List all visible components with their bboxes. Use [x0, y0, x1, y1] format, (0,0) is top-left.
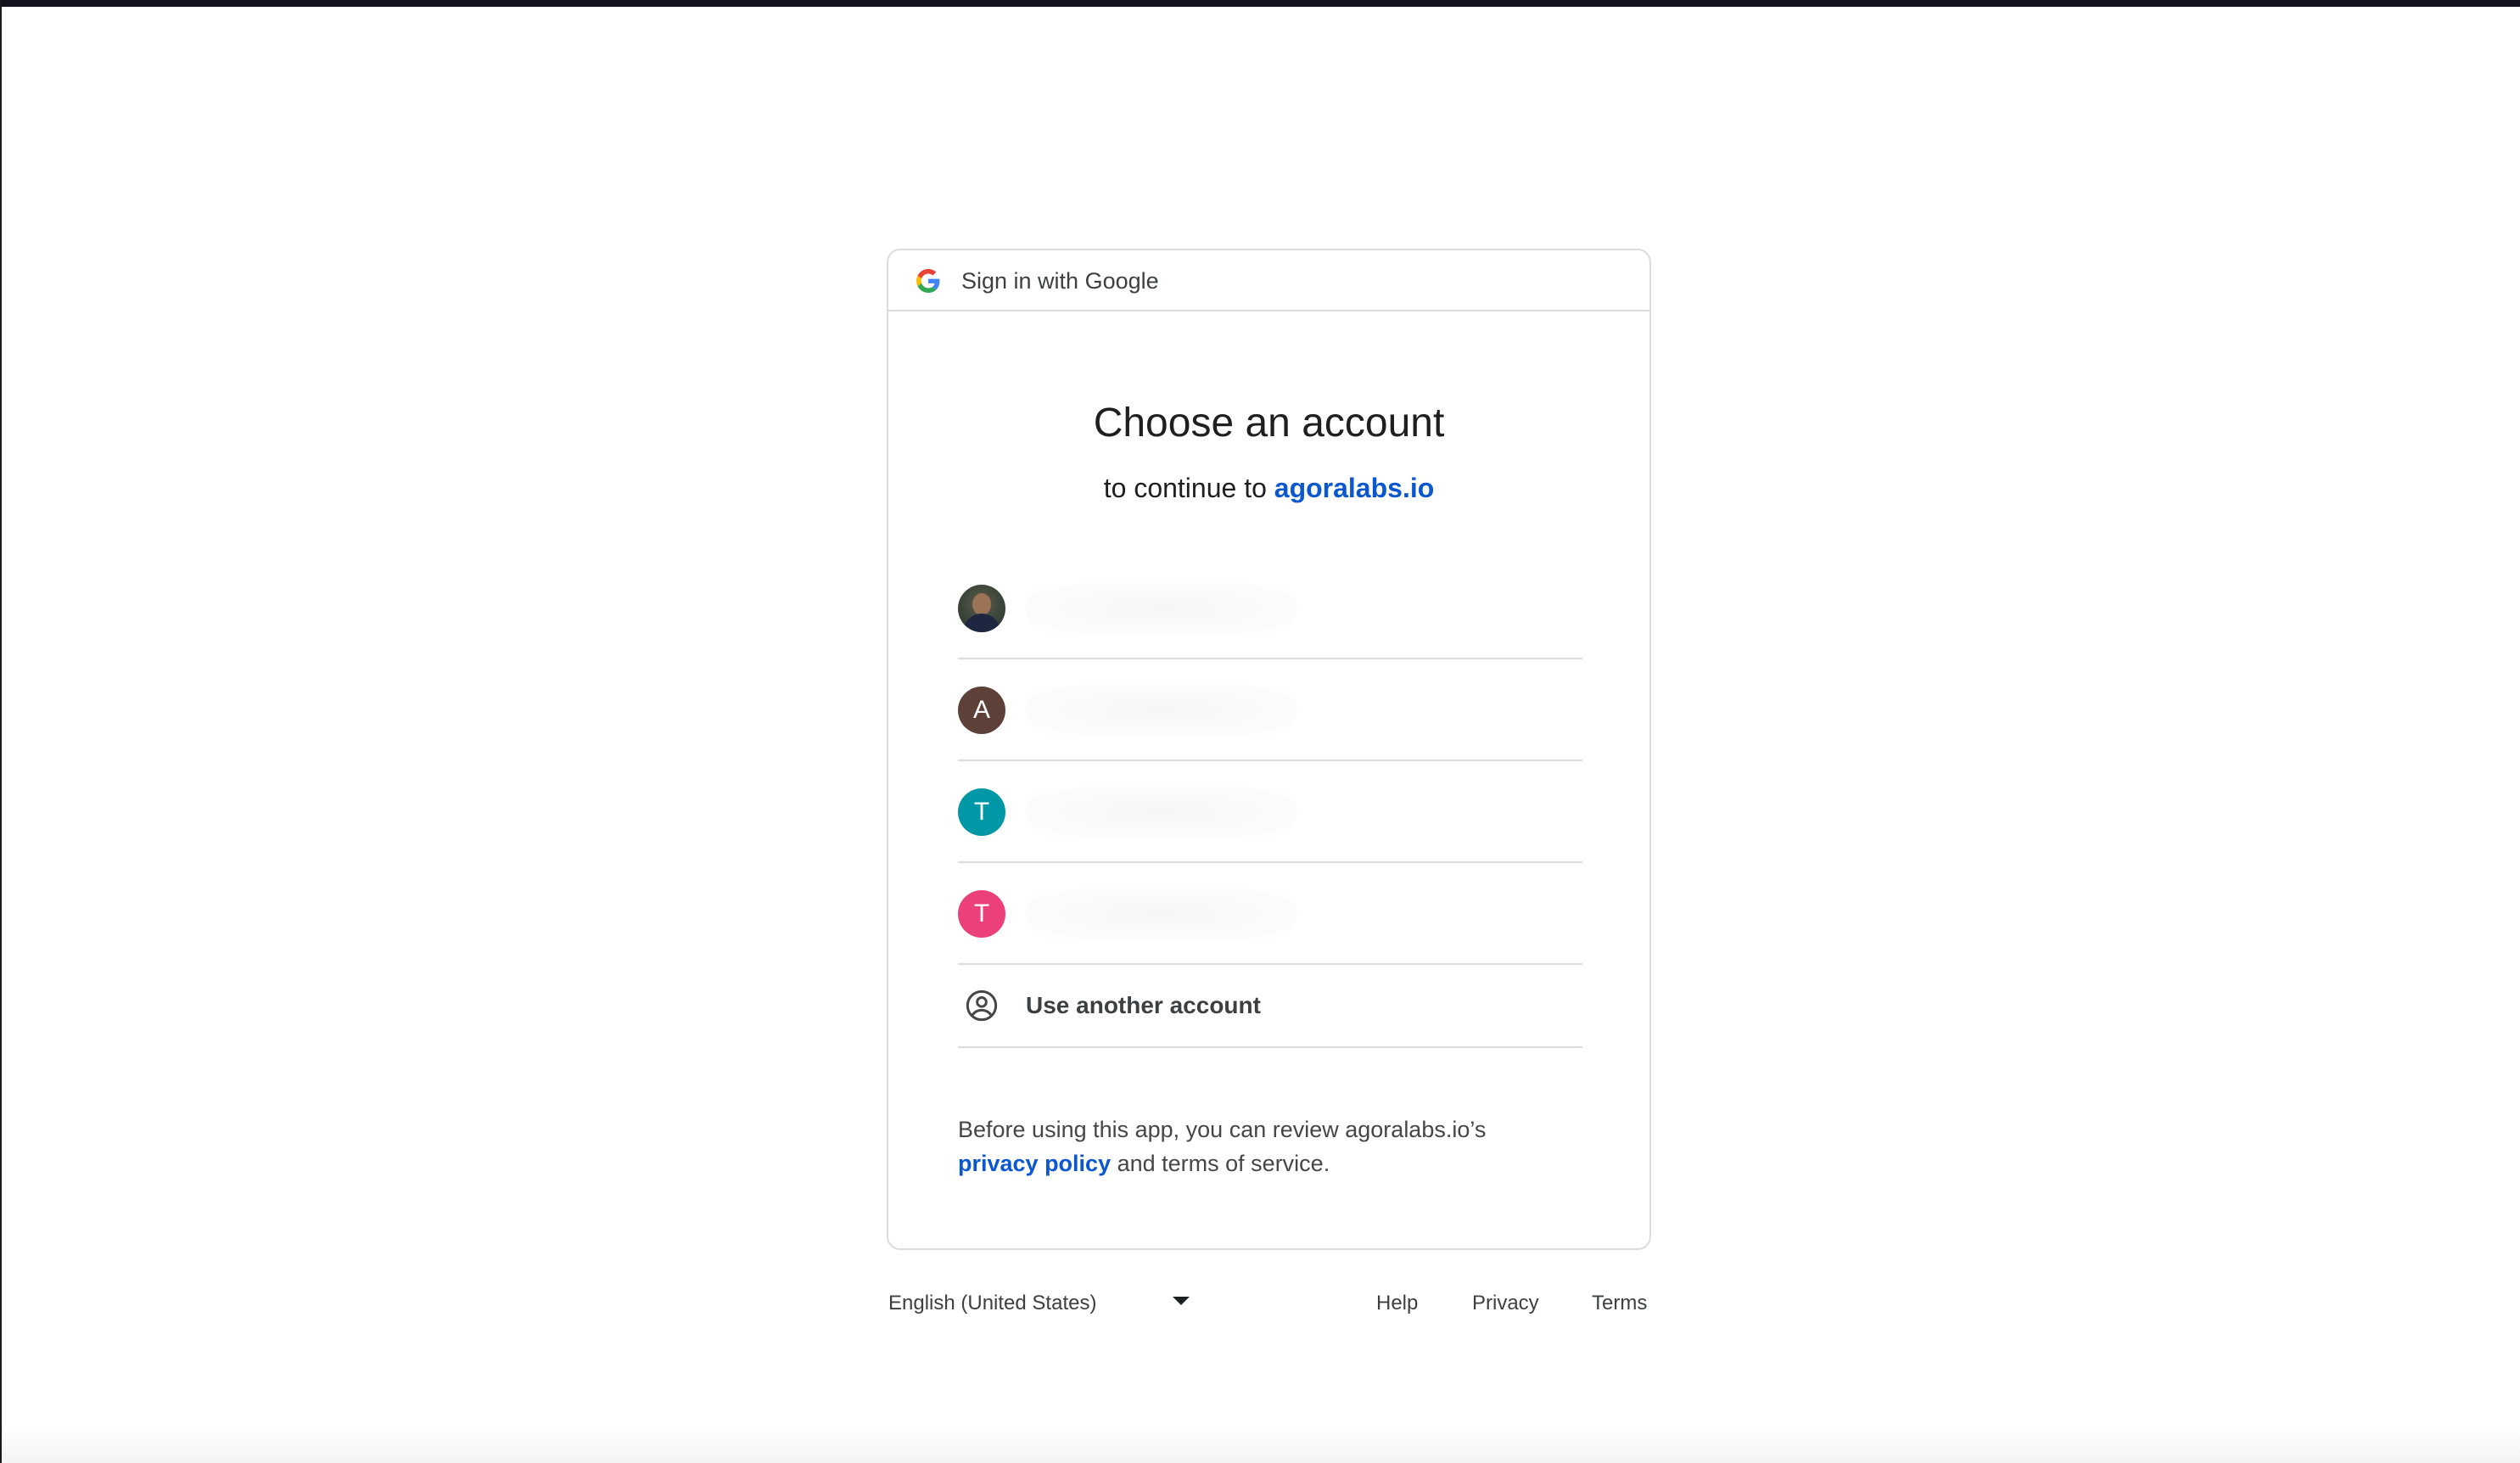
avatar-photo	[958, 585, 1005, 632]
redacted-account-details	[1026, 888, 1297, 939]
account-item-1[interactable]	[958, 558, 1582, 659]
google-g-icon	[916, 269, 940, 293]
language-selector[interactable]: English (United States)	[888, 1286, 1211, 1320]
account-item-3[interactable]: T	[958, 761, 1582, 863]
header-title: Sign in with Google	[961, 268, 1159, 294]
account-item-4[interactable]: T	[958, 863, 1582, 965]
privacy-policy-link[interactable]: privacy policy	[958, 1151, 1111, 1176]
avatar-initial: A	[958, 687, 1005, 734]
account-item-2[interactable]: A	[958, 659, 1582, 761]
account-circle-icon	[966, 989, 998, 1022]
browser-page: Sign in with Google Choose an account to…	[0, 0, 2520, 1463]
disclaimer-text: Before using this app, you can review ag…	[958, 1117, 1487, 1142]
account-chooser-card: Sign in with Google Choose an account to…	[887, 249, 1651, 1250]
avatar-initial: T	[958, 890, 1005, 938]
page-subtitle: to continue to agoralabs.io	[888, 471, 1649, 505]
use-another-account-button[interactable]: Use another account	[958, 965, 1582, 1048]
avatar-initial: T	[958, 788, 1005, 836]
app-domain-link[interactable]: agoralabs.io	[1274, 473, 1435, 503]
privacy-disclaimer: Before using this app, you can review ag…	[958, 1113, 1586, 1180]
caret-down-icon	[1173, 1297, 1190, 1305]
disclaimer-text-end: and terms of service.	[1117, 1151, 1330, 1176]
help-link[interactable]: Help	[1376, 1290, 1418, 1317]
redacted-account-details	[1026, 787, 1297, 838]
use-another-account-label: Use another account	[1026, 992, 1261, 1018]
subtitle-prefix: to continue to	[1103, 473, 1267, 503]
page-bottom-edge	[2, 1429, 2520, 1463]
redacted-account-details	[1026, 685, 1297, 736]
page-title: Choose an account	[1093, 401, 1445, 446]
account-list: A T T Use another account	[958, 558, 1582, 1048]
terms-link[interactable]: Terms	[1592, 1290, 1647, 1317]
redacted-account-details	[1026, 583, 1297, 634]
language-label: English (United States)	[888, 1292, 1097, 1314]
page-footer: English (United States) Help Privacy Ter…	[887, 1286, 1651, 1320]
privacy-link[interactable]: Privacy	[1472, 1290, 1539, 1317]
card-header: Sign in with Google	[888, 250, 1649, 311]
